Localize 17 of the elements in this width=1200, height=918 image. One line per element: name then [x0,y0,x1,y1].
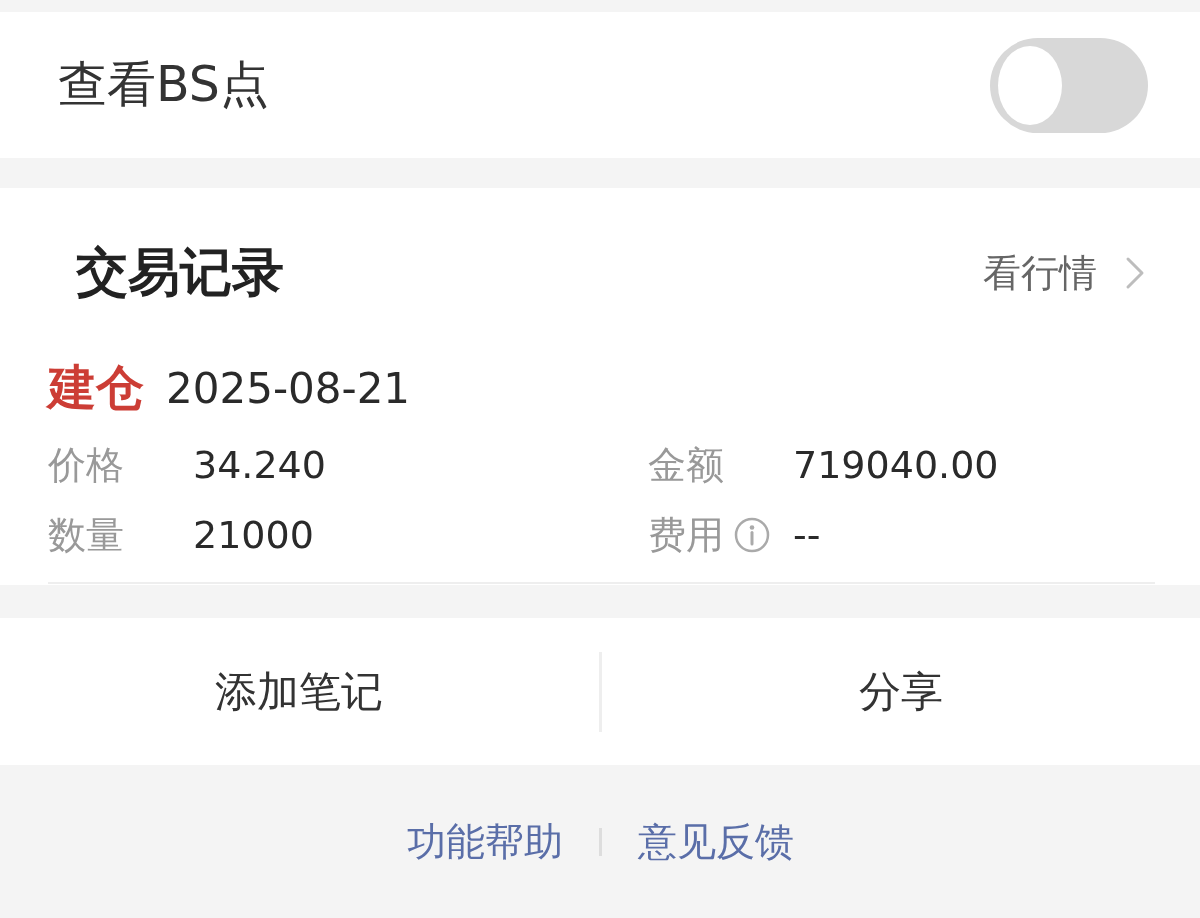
field-value: 21000 [193,513,314,557]
field-label: 价格 [48,441,124,489]
section-title: 交易记录 [76,241,284,304]
help-link[interactable]: 功能帮助 [406,814,563,869]
chevron-right-icon [1125,256,1145,290]
record-date: 2025-08-21 [166,363,411,413]
field-label: 费用 [648,511,724,559]
field-value: 719040.00 [793,443,999,487]
field-label: 金额 [648,441,724,489]
action-label: 建仓 [48,358,144,417]
setting-label: 查看BS点 [58,55,269,115]
quotes-link[interactable]: 看行情 [983,247,1145,299]
field-value: 34.240 [193,443,326,487]
feedback-link[interactable]: 意见反馈 [637,814,794,869]
field-value: -- [793,513,821,557]
info-icon[interactable] [734,517,770,553]
field-label: 数量 [48,511,124,559]
